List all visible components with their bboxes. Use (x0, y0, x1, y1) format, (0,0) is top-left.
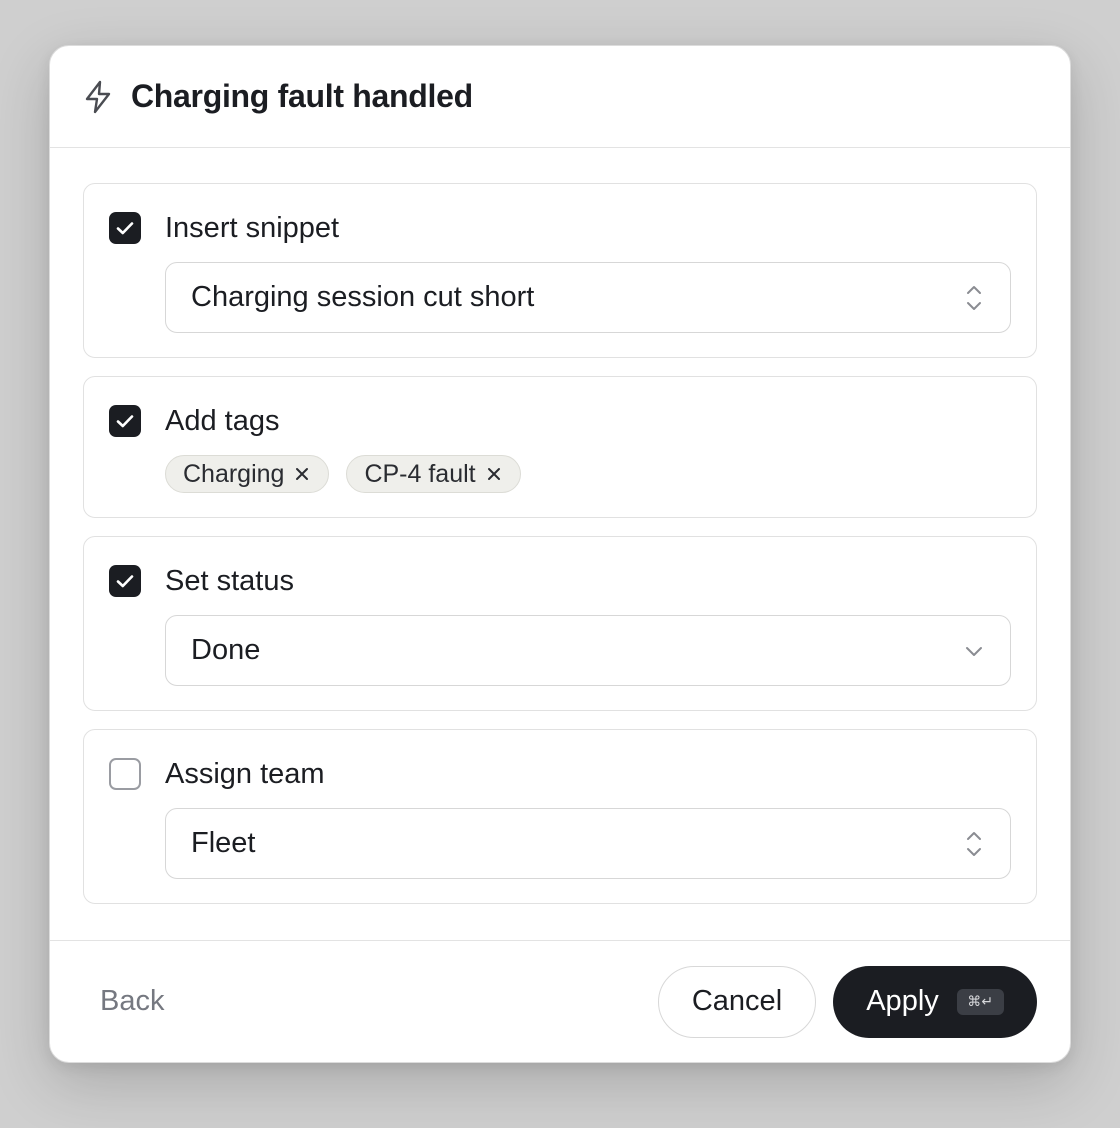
apply-button[interactable]: Apply ⌘↵ (833, 965, 1037, 1038)
assign-team-checkbox[interactable] (109, 758, 141, 790)
team-select-value: Fleet (191, 827, 256, 859)
checkmark-icon (116, 575, 134, 588)
apply-button-label: Apply (866, 985, 939, 1017)
action-card-insert-snippet: Insert snippet Charging session cut shor… (83, 183, 1037, 358)
chevron-up-down-icon (964, 829, 984, 859)
remove-tag-icon[interactable] (486, 466, 502, 482)
automation-dialog: Charging fault handled Insert snippet Ch… (49, 45, 1071, 1063)
insert-snippet-label: Insert snippet (165, 211, 340, 244)
dialog-header: Charging fault handled (50, 46, 1070, 148)
chevron-down-icon (964, 636, 984, 666)
tag-chip: CP-4 fault (346, 455, 521, 493)
keyboard-shortcut-badge: ⌘↵ (956, 988, 1004, 1015)
team-select[interactable]: Fleet (165, 808, 1011, 879)
lightning-bolt-icon (83, 80, 113, 114)
cancel-button[interactable]: Cancel (658, 965, 816, 1038)
dialog-title: Charging fault handled (131, 78, 473, 114)
add-tags-label: Add tags (165, 404, 280, 437)
assign-team-label: Assign team (165, 757, 325, 790)
checkmark-icon (116, 415, 134, 428)
action-card-set-status: Set status Done (83, 536, 1037, 711)
insert-snippet-checkbox[interactable] (109, 212, 141, 244)
add-tags-checkbox[interactable] (109, 405, 141, 437)
action-card-add-tags: Add tags Charging CP-4 fault (83, 376, 1037, 518)
checkmark-icon (116, 222, 134, 235)
set-status-label: Set status (165, 564, 294, 597)
set-status-checkbox[interactable] (109, 565, 141, 597)
footer-actions: Cancel Apply ⌘↵ (658, 965, 1037, 1038)
action-card-assign-team: Assign team Fleet (83, 729, 1037, 904)
tag-label: Charging (183, 459, 285, 488)
tag-list: Charging CP-4 fault (165, 455, 1011, 493)
status-select[interactable]: Done (165, 615, 1011, 686)
back-button[interactable]: Back (100, 985, 164, 1018)
tag-label: CP-4 fault (364, 459, 476, 488)
actions-list: Insert snippet Charging session cut shor… (50, 148, 1070, 904)
tag-chip: Charging (165, 455, 330, 493)
snippet-select-value: Charging session cut short (191, 281, 535, 313)
dialog-footer: Back Cancel Apply ⌘↵ (50, 940, 1070, 1062)
status-select-value: Done (191, 634, 261, 666)
chevron-up-down-icon (964, 283, 984, 313)
snippet-select[interactable]: Charging session cut short (165, 262, 1011, 333)
remove-tag-icon[interactable] (294, 466, 310, 482)
cancel-button-label: Cancel (691, 985, 783, 1017)
